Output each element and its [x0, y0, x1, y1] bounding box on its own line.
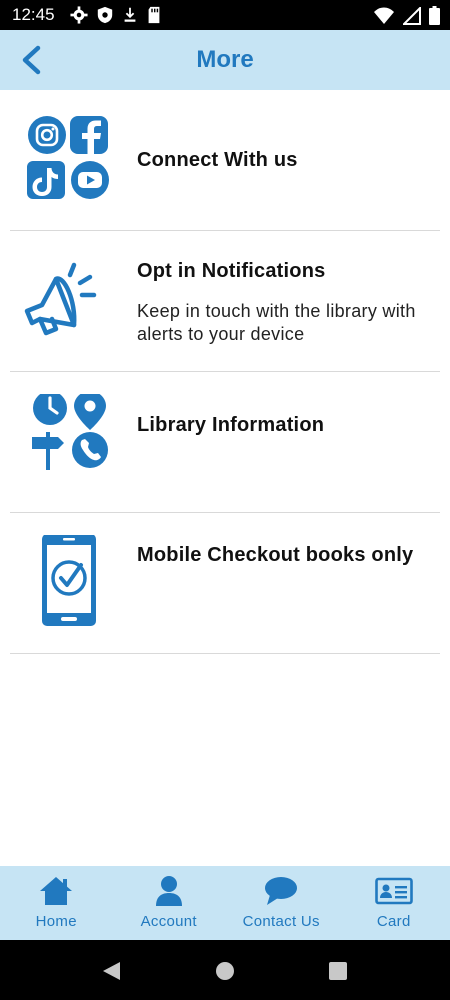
- status-bar: 12:45: [0, 0, 450, 30]
- megaphone-icon: [24, 262, 97, 336]
- app-header: More: [0, 30, 450, 90]
- sd-card-icon: [148, 6, 160, 24]
- status-right-icons: [373, 6, 440, 25]
- social-media-icon: [27, 116, 109, 199]
- list-item-mobile-checkout[interactable]: Mobile Checkout books only: [0, 513, 450, 654]
- more-options-list: Connect With us Opt in Notifications Kee…: [0, 90, 450, 654]
- download-icon: [124, 7, 136, 22]
- list-item-title: Opt in Notifications: [137, 260, 326, 282]
- list-item-title: Connect With us: [137, 149, 298, 171]
- list-item-opt-in-notifications[interactable]: Opt in Notifications Keep in touch with …: [0, 231, 450, 372]
- tab-label: Account: [140, 913, 197, 930]
- list-item-title: Mobile Checkout books only: [137, 544, 414, 566]
- tab-home[interactable]: Home: [0, 866, 113, 940]
- settings-gear-icon: [70, 6, 88, 24]
- tab-contact-us[interactable]: Contact Us: [225, 866, 338, 940]
- shield-icon: [97, 6, 113, 24]
- tab-account[interactable]: Account: [113, 866, 226, 940]
- nav-recents-icon[interactable]: [327, 960, 349, 982]
- list-item-description: Keep in touch with the library with aler…: [137, 301, 416, 344]
- bottom-tab-bar: Home Account Contact Us Card: [0, 866, 450, 940]
- battery-icon: [429, 6, 440, 25]
- account-icon: [155, 876, 182, 906]
- status-time: 12:45: [12, 5, 55, 24]
- library-info-icon: [32, 394, 108, 470]
- home-icon: [40, 877, 73, 905]
- cell-signal-icon: [403, 6, 421, 25]
- status-left-icons: [70, 6, 162, 24]
- tab-label: Contact Us: [242, 913, 320, 930]
- mobile-checkout-icon: [42, 535, 96, 626]
- wifi-icon: [374, 7, 394, 24]
- nav-back-icon[interactable]: [100, 960, 122, 982]
- chat-bubble-icon: [265, 877, 298, 905]
- tab-label: Home: [35, 913, 77, 930]
- list-item-title: Library Information: [137, 414, 325, 436]
- tab-card[interactable]: Card: [338, 866, 450, 940]
- tab-label: Card: [376, 913, 411, 930]
- id-card-icon: [374, 877, 413, 905]
- nav-home-icon[interactable]: [214, 960, 236, 982]
- system-nav-bar: [0, 940, 450, 1000]
- page-title: More: [196, 46, 254, 73]
- list-item-library-information[interactable]: Library Information: [0, 372, 450, 513]
- list-item-connect-with-us[interactable]: Connect With us: [0, 90, 450, 231]
